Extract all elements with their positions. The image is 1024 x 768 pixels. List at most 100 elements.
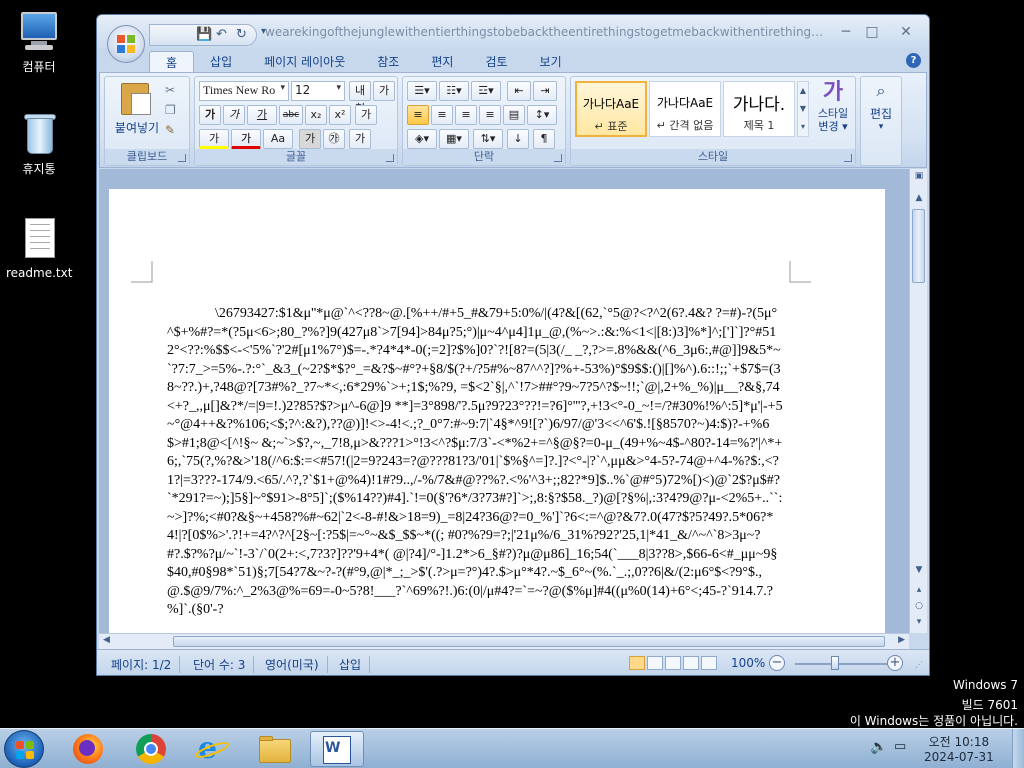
outline-icon[interactable] bbox=[683, 656, 699, 670]
word-count-status[interactable]: 단어 수: 3 bbox=[193, 656, 255, 673]
font-launcher-icon[interactable] bbox=[386, 154, 394, 162]
desktop-icon-computer[interactable]: 컴퓨터 bbox=[6, 10, 72, 75]
tab-insert[interactable]: 삽입 bbox=[194, 51, 248, 73]
line-spacing-button[interactable]: ↕▾ bbox=[527, 105, 557, 125]
full-screen-reading-icon[interactable] bbox=[647, 656, 663, 670]
horizontal-scroll-thumb[interactable] bbox=[173, 636, 885, 647]
tab-view[interactable]: 보기 bbox=[524, 51, 578, 73]
bullets-button[interactable]: ☰▾ bbox=[407, 81, 437, 101]
strikethrough-button[interactable]: abc bbox=[279, 105, 303, 125]
office-button[interactable] bbox=[107, 25, 145, 63]
redo-icon[interactable]: ↻ bbox=[236, 27, 247, 42]
clock[interactable]: 오전 10:18 2024-07-31 bbox=[924, 733, 994, 764]
next-page-icon[interactable]: ▾ bbox=[910, 617, 928, 627]
help-icon[interactable]: ? bbox=[906, 53, 921, 68]
multilevel-list-button[interactable]: ☲▾ bbox=[471, 81, 501, 101]
tab-references[interactable]: 참조 bbox=[361, 51, 415, 73]
taskbar-internet-explorer[interactable]: e bbox=[186, 731, 240, 767]
subscript-button[interactable]: x₂ bbox=[305, 105, 327, 125]
taskbar-firefox[interactable] bbox=[62, 731, 116, 767]
taskbar-file-explorer[interactable] bbox=[248, 731, 302, 767]
styles-scroll[interactable]: ▲ ▼ ▾ bbox=[797, 81, 809, 137]
style-normal[interactable]: 가나다AaE ↵ 표준 bbox=[575, 81, 647, 137]
scroll-up-icon[interactable]: ▲ bbox=[910, 193, 928, 203]
sort-asian-button[interactable]: ⇅▾ bbox=[473, 129, 503, 149]
draft-icon[interactable] bbox=[701, 656, 717, 670]
increase-indent-button[interactable]: ⇥ bbox=[533, 81, 557, 101]
network-icon[interactable]: ▭ bbox=[894, 739, 906, 754]
taskbar-word[interactable]: W bbox=[310, 731, 364, 767]
borders-button[interactable]: ▦▾ bbox=[439, 129, 469, 149]
taskbar-chrome[interactable] bbox=[124, 731, 178, 767]
phonetic-guide-button[interactable]: 내천 bbox=[349, 81, 371, 115]
bold-button[interactable]: 가 bbox=[199, 105, 221, 125]
superscript-button[interactable]: x² bbox=[329, 105, 351, 125]
save-icon[interactable]: 💾 bbox=[196, 27, 212, 42]
highlight-button[interactable]: 가 bbox=[199, 129, 229, 149]
undo-icon[interactable]: ↶ bbox=[216, 27, 227, 42]
align-left-button[interactable]: ≡ bbox=[407, 105, 429, 125]
clipboard-launcher-icon[interactable] bbox=[178, 154, 186, 162]
tab-mailings[interactable]: 편지 bbox=[415, 51, 469, 73]
zoom-slider-thumb[interactable] bbox=[831, 656, 839, 670]
minimize-button[interactable]: ─ bbox=[833, 23, 859, 41]
web-layout-icon[interactable] bbox=[665, 656, 681, 670]
zoom-level[interactable]: 100% bbox=[731, 656, 765, 670]
paragraph-launcher-icon[interactable] bbox=[554, 154, 562, 162]
font-name-combo[interactable]: Times New Ro ▾ bbox=[199, 81, 289, 101]
print-layout-icon[interactable] bbox=[629, 656, 645, 670]
zoom-out-button[interactable]: − bbox=[769, 655, 785, 671]
close-button[interactable]: ✕ bbox=[893, 23, 919, 41]
font-size-combo[interactable]: 12 ▾ bbox=[291, 81, 345, 101]
paste-button[interactable]: 붙여넣기 bbox=[115, 81, 159, 141]
tab-review[interactable]: 검토 bbox=[469, 51, 523, 73]
select-browse-object-icon[interactable]: ○ bbox=[910, 601, 928, 611]
language-status[interactable]: 영어(미국) bbox=[265, 656, 328, 673]
copy-icon[interactable]: ❐ bbox=[165, 103, 176, 117]
styles-launcher-icon[interactable] bbox=[844, 154, 852, 162]
document-body-text[interactable]: \26793427:$1&μ''*μ@`^<??8~@.[%++/#+5_#&7… bbox=[167, 305, 783, 620]
ruler-toggle-icon[interactable]: ▣ bbox=[910, 171, 928, 181]
vertical-scrollbar[interactable]: ▣ ▲ ▼ ▴ ○ ▾ bbox=[909, 169, 927, 633]
scroll-down-icon[interactable]: ▼ bbox=[910, 565, 928, 575]
vertical-scroll-thumb[interactable] bbox=[912, 209, 925, 283]
document-area[interactable]: \26793427:$1&μ''*μ@`^<??8~@.[%++/#+5_#&7… bbox=[99, 169, 909, 633]
horizontal-scrollbar[interactable]: ◀ ▶ bbox=[99, 633, 909, 649]
maximize-button[interactable]: □ bbox=[859, 23, 885, 41]
underline-button[interactable]: 가 bbox=[247, 105, 277, 125]
desktop-icon-readme[interactable]: readme.txt bbox=[6, 218, 72, 280]
show-desktop-button[interactable] bbox=[1012, 729, 1024, 768]
tab-home[interactable]: 홈 bbox=[149, 51, 195, 73]
char-border-button[interactable]: 가 bbox=[373, 81, 395, 101]
style-heading-1[interactable]: 가나다. 제목 1 bbox=[723, 81, 795, 137]
format-painter-icon[interactable]: ✎ bbox=[165, 123, 175, 137]
zoom-slider-track[interactable] bbox=[795, 663, 895, 665]
justify-button[interactable]: ≡ bbox=[479, 105, 501, 125]
previous-page-icon[interactable]: ▴ bbox=[910, 585, 928, 595]
style-no-spacing[interactable]: 가나다AaE ↵ 간격 없음 bbox=[649, 81, 721, 137]
change-styles-button[interactable]: 가 스타일 변경 ▾ bbox=[811, 79, 855, 149]
document-page[interactable]: \26793427:$1&μ''*μ@`^<??8~@.[%++/#+5_#&7… bbox=[109, 189, 885, 633]
insert-mode-status[interactable]: 삽입 bbox=[339, 656, 371, 673]
desktop-icon-recycle-bin[interactable]: 휴지통 bbox=[6, 112, 72, 177]
change-case-button[interactable]: Aa bbox=[263, 129, 293, 149]
enclose-characters-button[interactable]: ㉮ bbox=[323, 129, 345, 149]
align-center-button[interactable]: ≡ bbox=[431, 105, 453, 125]
volume-icon[interactable]: 🔈 bbox=[870, 739, 887, 755]
zoom-in-button[interactable]: + bbox=[887, 655, 903, 671]
page-count-status[interactable]: 페이지: 1/2 bbox=[111, 656, 181, 673]
start-button[interactable] bbox=[4, 730, 44, 768]
grow-font-button[interactable]: 가 bbox=[349, 129, 371, 149]
align-right-button[interactable]: ≡ bbox=[455, 105, 477, 125]
scroll-left-icon[interactable]: ◀ bbox=[103, 635, 110, 645]
sort-button[interactable]: ↓ bbox=[507, 129, 529, 149]
italic-button[interactable]: 가 bbox=[223, 105, 245, 125]
tab-page-layout[interactable]: 페이지 레이아웃 bbox=[248, 51, 361, 73]
shading-button[interactable]: ◈▾ bbox=[407, 129, 437, 149]
resize-grip-icon[interactable]: ⋰ bbox=[915, 660, 923, 669]
clear-formatting-button[interactable]: 가 bbox=[355, 105, 377, 125]
decrease-indent-button[interactable]: ⇤ bbox=[507, 81, 531, 101]
cut-icon[interactable]: ✂ bbox=[165, 83, 175, 97]
scroll-right-icon[interactable]: ▶ bbox=[898, 635, 905, 645]
numbering-button[interactable]: ☷▾ bbox=[439, 81, 469, 101]
